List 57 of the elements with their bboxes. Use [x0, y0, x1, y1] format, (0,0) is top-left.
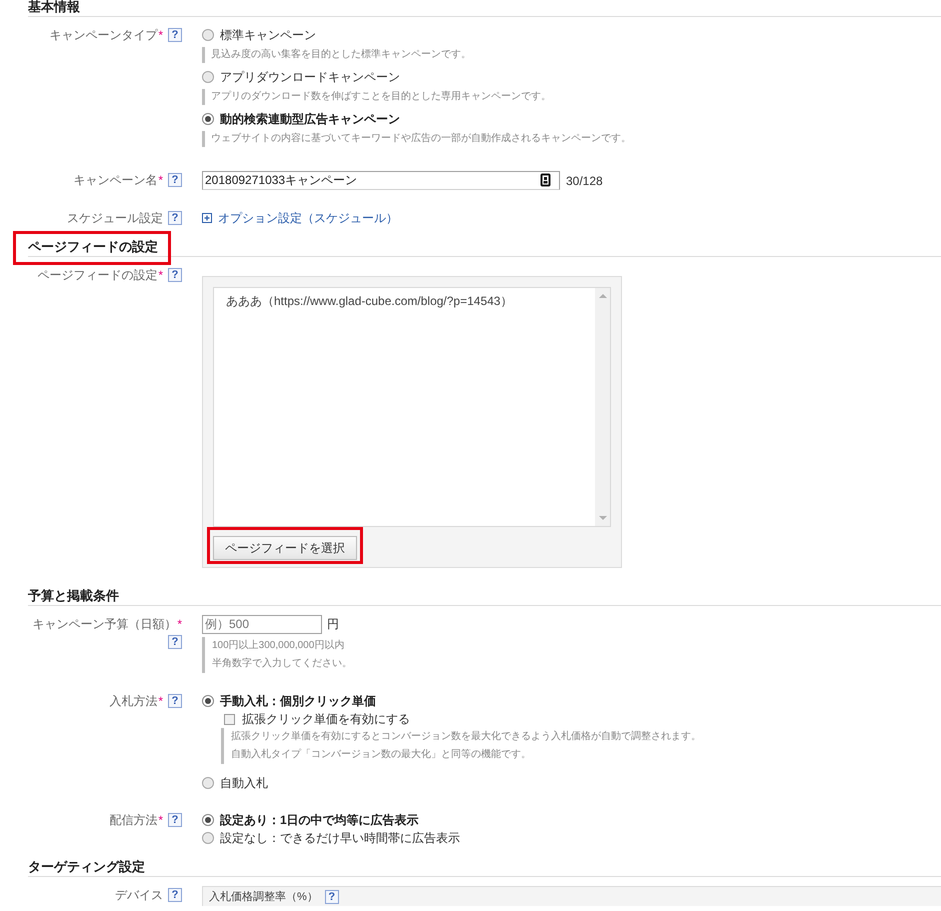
help-button[interactable]: ?	[168, 813, 182, 827]
radio-option[interactable]: 自動入札	[202, 774, 268, 792]
scroll-up-icon[interactable]	[598, 294, 606, 298]
radio-option[interactable]: 設定あり：1日の中で均等に広告表示	[202, 811, 419, 829]
radio-option[interactable]: 標準キャンペーン	[202, 26, 316, 44]
radio-icon[interactable]	[202, 814, 214, 826]
field-label: ページフィードの設定*	[37, 267, 163, 284]
hint-text: 見込み度の高い集客を目的とした標準キャンペーンです。	[211, 48, 471, 62]
character-counter: 30/128	[566, 172, 603, 190]
schedule-option-link[interactable]: オプション設定（スケジュール）	[202, 209, 398, 227]
scrollbar[interactable]	[595, 288, 610, 526]
checkbox-icon[interactable]	[224, 714, 235, 724]
field-label: キャンペーン名*	[73, 172, 163, 189]
radio-option[interactable]: 動的検索連動型広告キャンペーン	[202, 110, 400, 128]
radio-icon[interactable]	[202, 777, 214, 789]
help-button[interactable]: ?	[168, 173, 182, 187]
field-label: デバイス	[115, 887, 163, 904]
radio-icon[interactable]	[202, 113, 214, 125]
section-heading: 予算と掲載条件	[28, 589, 119, 603]
field-label: キャンペーン予算（日額）*	[32, 616, 182, 633]
help-button[interactable]: ?	[168, 888, 182, 902]
feed-listbox[interactable]: あああ（https://www.glad-cube.com/blog/?p=14543）	[213, 287, 611, 527]
hint-text: アプリのダウンロード数を伸ばすことを目的とした専用キャンペーンです。	[211, 90, 551, 104]
unit-label: 円	[327, 616, 339, 633]
budget-input[interactable]: 例）500	[202, 614, 322, 634]
help-button[interactable]: ?	[168, 268, 182, 282]
hint-text: 自動入札タイプ「コンバージョン数の最大化」と同等の機能です。	[231, 748, 531, 762]
radio-option[interactable]: 手動入札：個別クリック単価	[202, 692, 376, 710]
panel-text: 入札価格調整率（%）	[209, 890, 318, 904]
section-heading: ターゲティング設定	[28, 860, 145, 874]
help-button[interactable]: ?	[168, 635, 182, 649]
field-label: スケジュール設定	[67, 210, 163, 227]
section-heading: 基本情報	[28, 0, 80, 14]
hint-text: 100円以上300,000,000円以内	[212, 638, 344, 653]
radio-icon[interactable]	[202, 71, 214, 83]
tile-icon	[540, 173, 551, 187]
radio-icon[interactable]	[202, 29, 214, 41]
scroll-down-icon[interactable]	[598, 516, 606, 520]
hint-text: 半角数字で入力してください。	[212, 656, 352, 671]
hint-text: ウェブサイトの内容に基づいてキーワードや広告の一部が自動作成されるキャンペーンです。	[211, 132, 631, 146]
field-label: キャンペーンタイプ*	[49, 27, 163, 44]
select-feed-button[interactable]: ページフィードを選択	[213, 536, 357, 560]
field-label: 配信方法*	[109, 812, 163, 829]
help-button[interactable]: ?	[168, 28, 182, 42]
radio-icon[interactable]	[202, 695, 214, 707]
section-heading: ページフィードの設定	[28, 240, 158, 254]
radio-option[interactable]: アプリダウンロードキャンペーン	[202, 68, 400, 86]
help-button[interactable]: ?	[324, 890, 339, 904]
radio-icon[interactable]	[202, 832, 214, 844]
checkbox-option[interactable]: 拡張クリック単価を有効にする	[224, 710, 410, 728]
hint-text: 拡張クリック単価を有効にするとコンバージョン数を最大化できるよう入札価格が自動で調整されます。	[231, 730, 701, 744]
radio-option[interactable]: 設定なし：できるだけ早い時間帯に広告表示	[202, 829, 460, 847]
campaign-name-field[interactable]: 201809271033キャンペーン	[202, 171, 560, 190]
feed-list-item[interactable]: あああ（https://www.glad-cube.com/blog/?p=14543）	[226, 292, 512, 310]
help-button[interactable]: ?	[168, 694, 182, 708]
help-button[interactable]: ?	[168, 211, 182, 225]
field-label: 入札方法*	[109, 693, 163, 710]
